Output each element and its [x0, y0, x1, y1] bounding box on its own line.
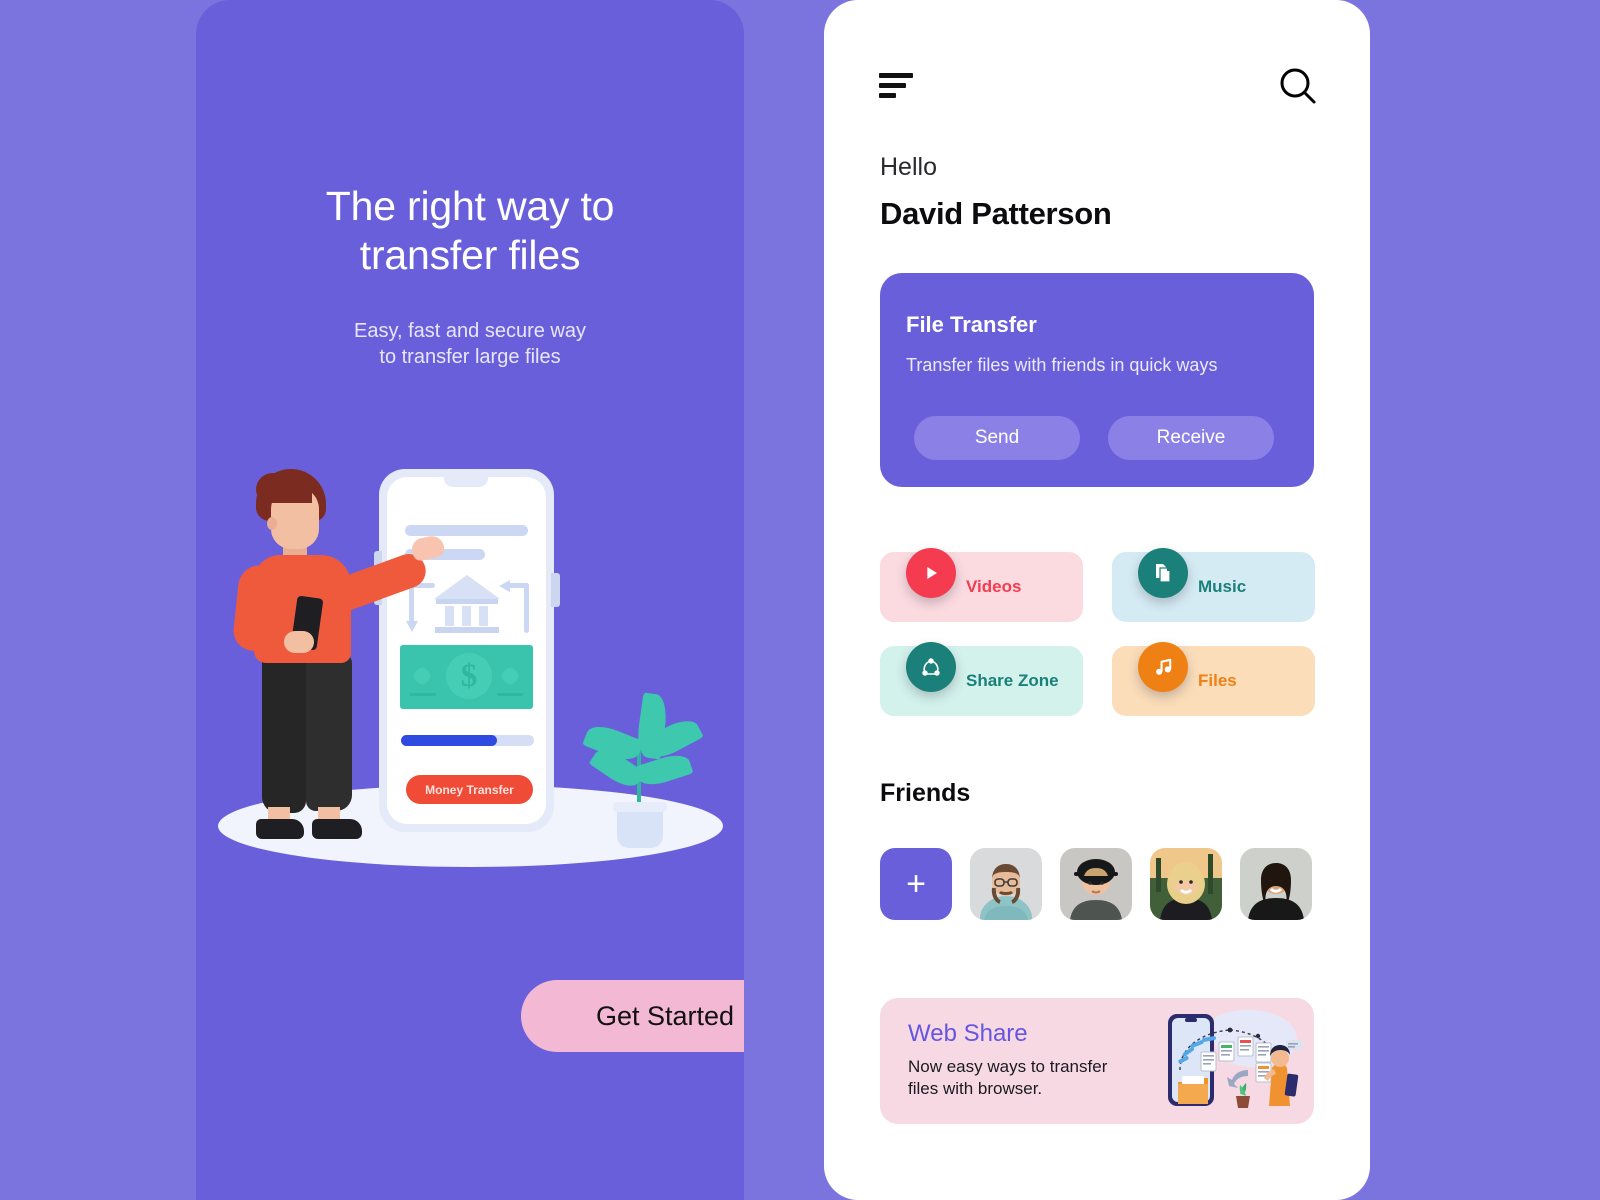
money-transfer-button: Money Transfer [406, 775, 533, 804]
category-tile-music[interactable]: Music [1112, 548, 1315, 622]
category-tile-files[interactable]: Files [1112, 642, 1315, 716]
file-transfer-card: File Transfer Transfer files with friend… [880, 273, 1314, 487]
music-note-icon [1138, 642, 1188, 692]
onboarding-title: The right way to transfer files [196, 182, 744, 280]
bank-building-icon [434, 575, 500, 633]
web-share-card[interactable]: Web Share Now easy ways to transfer file… [880, 998, 1314, 1124]
share-icon [906, 642, 956, 692]
hamburger-icon[interactable] [879, 70, 917, 100]
person-hair-fringe [256, 473, 312, 503]
receive-button[interactable]: Receive [1108, 416, 1274, 460]
phone-progress-fill [401, 735, 497, 746]
phone-placeholder-line [405, 525, 528, 536]
add-friend-button[interactable]: + [880, 848, 952, 920]
send-button[interactable]: Send [914, 416, 1080, 460]
web-share-title: Web Share [908, 1020, 1028, 1047]
person-ear [267, 517, 277, 530]
app-home-screen: Hello David Patterson File Transfer Tran… [824, 0, 1370, 1200]
file-transfer-title: File Transfer [906, 312, 1037, 337]
greeting-text: Hello [880, 153, 937, 181]
onboarding-title-line2: transfer files [359, 232, 581, 278]
onboarding-subtitle: Easy, fast and secure way to transfer la… [196, 318, 744, 370]
friends-heading: Friends [880, 779, 971, 807]
category-tiles: Videos Music Share Zone Files [880, 548, 1316, 716]
web-share-description-line1: Now easy ways to transfer [908, 1057, 1108, 1076]
document-icon [1138, 548, 1188, 598]
phone-notch [444, 477, 488, 487]
plant-pot [617, 808, 663, 848]
person-illustration [226, 455, 446, 860]
user-name: David Patterson [880, 196, 1112, 231]
transfer-arrow-left-icon [499, 580, 529, 635]
web-share-illustration [1160, 1008, 1304, 1114]
person-left-hand [284, 631, 314, 653]
person-shoe [312, 819, 362, 839]
category-tile-label: Videos [966, 577, 1022, 596]
plant-pot-rim [613, 802, 667, 812]
category-tile-label: Files [1198, 671, 1237, 690]
friend-avatar-2[interactable] [1060, 848, 1132, 920]
category-tile-videos[interactable]: Videos [880, 548, 1083, 622]
app-topbar [824, 62, 1370, 112]
dollar-symbol: $ [446, 653, 492, 699]
friend-avatar-3[interactable] [1150, 848, 1222, 920]
onboarding-subtitle-line1: Easy, fast and secure way [354, 320, 586, 342]
friend-avatar-4[interactable] [1240, 848, 1312, 920]
web-share-description-line2: files with browser. [908, 1079, 1043, 1098]
onboarding-title-line1: The right way to [325, 183, 615, 229]
onboarding-card: The right way to transfer files Easy, fa… [196, 0, 744, 1200]
friend-avatar-1[interactable] [970, 848, 1042, 920]
person-shoe [256, 819, 304, 839]
banknote-icon: $ [400, 645, 533, 709]
search-icon[interactable] [1276, 64, 1320, 108]
category-tile-label: Share Zone [966, 671, 1059, 690]
category-tile-share-zone[interactable]: Share Zone [880, 642, 1083, 716]
category-tile-label: Music [1198, 577, 1247, 596]
phone-side-button [551, 573, 560, 607]
plant-illustration [581, 690, 704, 850]
onboarding-illustration: $ Money Transfer [196, 455, 744, 885]
play-icon [906, 548, 956, 598]
onboarding-subtitle-line2: to transfer large files [379, 346, 561, 368]
get-started-button[interactable]: Get Started [521, 980, 744, 1052]
web-share-description: Now easy ways to transfer files with bro… [908, 1056, 1128, 1100]
person-legs [262, 653, 352, 813]
file-transfer-subtitle: Transfer files with friends in quick way… [906, 355, 1218, 375]
transfer-arrow-down-icon [406, 583, 435, 635]
